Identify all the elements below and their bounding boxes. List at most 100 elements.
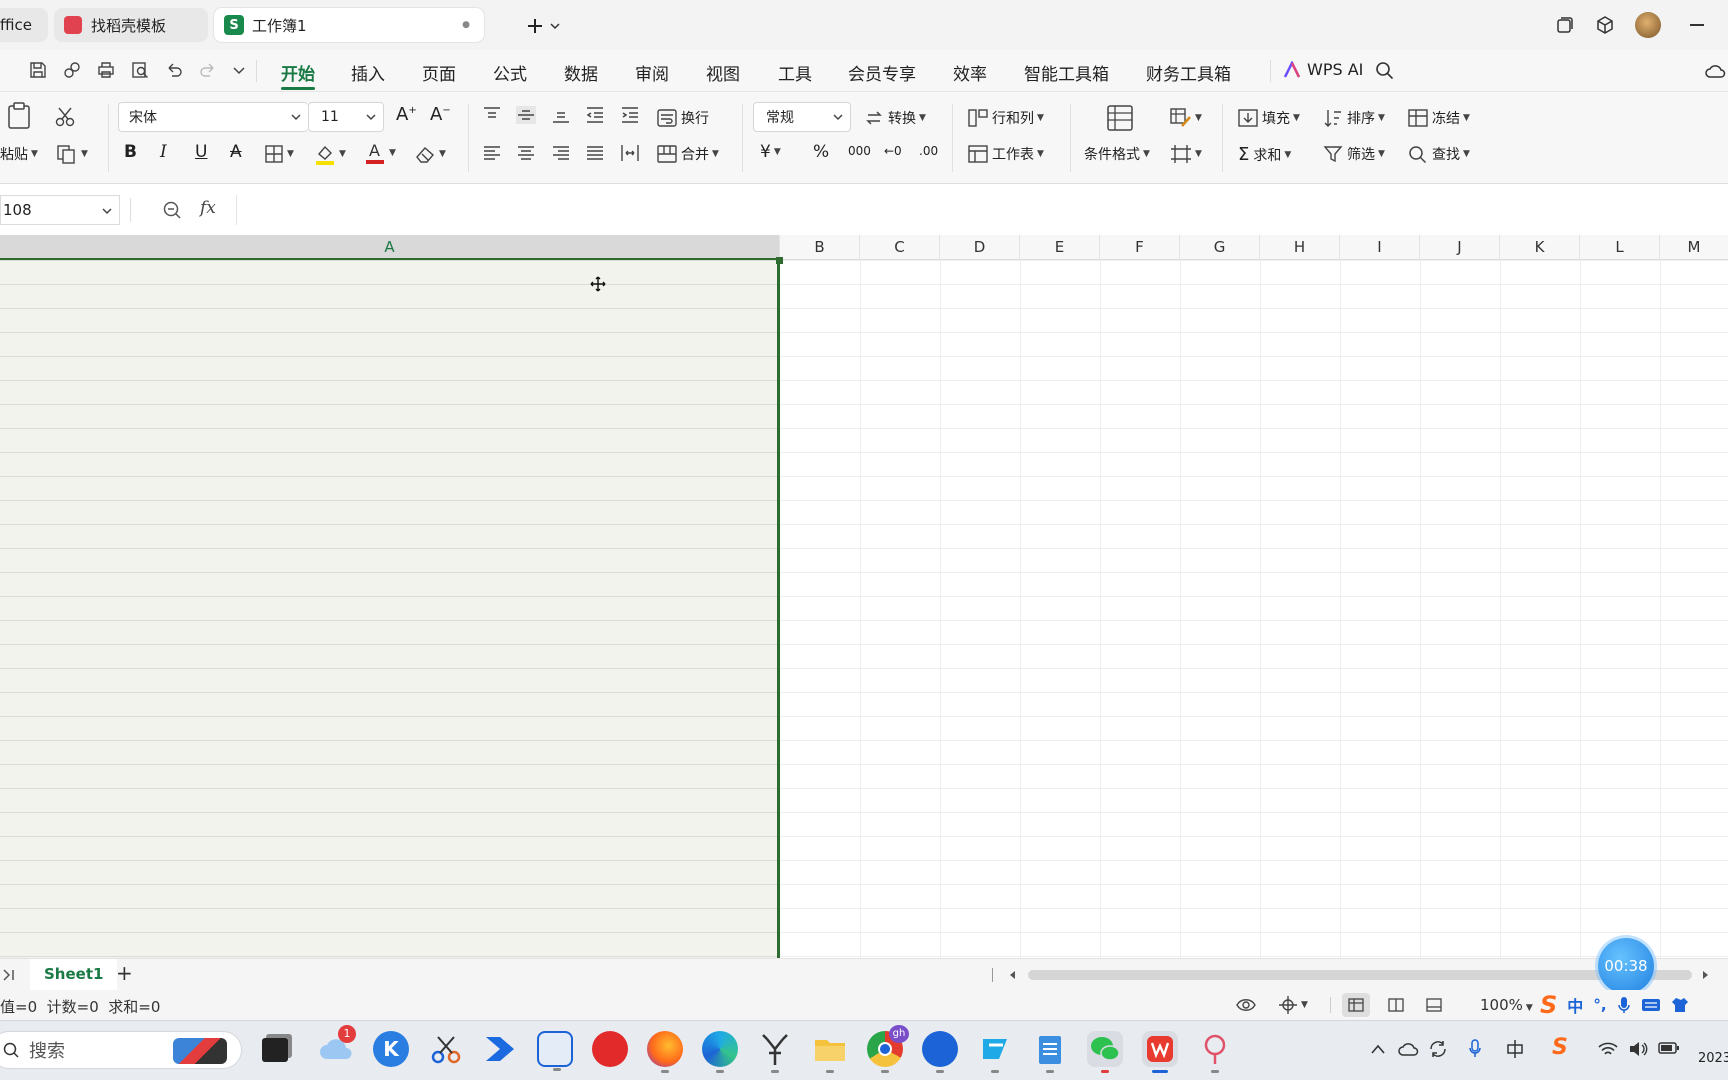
volume-icon[interactable] (1628, 1040, 1648, 1058)
horizontal-scrollbar[interactable] (1028, 970, 1692, 980)
column-header-c[interactable]: C (860, 235, 940, 260)
tab-office-home[interactable]: ffice (0, 8, 48, 42)
wrap-text-button[interactable]: 换行 (657, 108, 709, 128)
netease-music-app[interactable] (592, 1031, 628, 1067)
wifi-icon[interactable] (1598, 1041, 1618, 1057)
page-break-view-icon[interactable] (1388, 998, 1404, 1012)
print-preview-icon[interactable] (130, 60, 150, 80)
tab-docer-templates[interactable]: 找稻壳模板 (54, 8, 208, 42)
italic-button[interactable]: I (160, 142, 167, 162)
tab-review[interactable]: 审阅 (635, 60, 669, 85)
conditional-format-icon[interactable] (1106, 104, 1134, 132)
column-header-b[interactable]: B (780, 235, 860, 260)
column-header-k[interactable]: K (1500, 235, 1580, 260)
wps-office-app[interactable] (1142, 1031, 1178, 1073)
scroll-right-icon[interactable] (1700, 970, 1710, 980)
align-center-icon[interactable] (516, 144, 536, 162)
tab-efficiency[interactable]: 效率 (953, 60, 987, 85)
freeze-button[interactable]: 冻结 ▼ (1408, 108, 1470, 128)
onedrive-cloud-icon[interactable] (1398, 1041, 1420, 1057)
bold-button[interactable]: B (124, 142, 137, 162)
tab-finance-toolbox[interactable]: 财务工具箱 (1146, 60, 1231, 85)
window-restore-button[interactable] (1555, 15, 1575, 35)
file-explorer-app[interactable] (812, 1031, 848, 1073)
filter-button[interactable]: 筛选 ▼ (1323, 144, 1385, 164)
reading-mode-button[interactable]: ▼ (1278, 995, 1308, 1015)
fill-handle[interactable] (776, 257, 783, 264)
increase-decimal-button[interactable]: ←0 (884, 144, 902, 158)
clear-format-button[interactable]: ▼ (414, 144, 446, 164)
microphone-icon[interactable] (1468, 1039, 1482, 1059)
distribute-icon[interactable] (620, 144, 640, 162)
edge-app[interactable] (702, 1031, 738, 1073)
autosum-button[interactable]: Σ 求和 ▼ (1238, 144, 1291, 165)
add-sheet-button[interactable]: + (116, 961, 133, 985)
fill-color-button[interactable]: ▼ (314, 142, 346, 166)
insert-function-button[interactable]: fx (200, 198, 216, 218)
eye-protection-icon[interactable] (1236, 997, 1256, 1013)
lark-app[interactable] (922, 1031, 958, 1073)
tab-page[interactable]: 页面 (422, 60, 456, 85)
thousands-separator-button[interactable]: 000 (848, 144, 871, 158)
taskbar-search-box[interactable]: 搜索 (0, 1031, 242, 1069)
conditional-format-button[interactable]: 条件格式 ▼ (1084, 144, 1150, 164)
wps-ai-button[interactable]: WPS AI (1283, 60, 1363, 79)
kuaishou-k-app[interactable]: K (373, 1031, 409, 1067)
sort-button[interactable]: 排序 ▼ (1323, 108, 1385, 128)
column-header-a[interactable]: A (0, 235, 780, 260)
last-sheet-icon[interactable] (2, 968, 16, 982)
row-column-button[interactable]: 行和列 ▼ (968, 108, 1044, 128)
worksheet-button[interactable]: 工作表 ▼ (968, 144, 1044, 164)
sogou-ime-toolbar[interactable]: S 中 °, (1540, 990, 1728, 1020)
scroll-left-icon[interactable] (1008, 970, 1018, 980)
column-header-d[interactable]: D (940, 235, 1020, 260)
column-header-i[interactable]: I (1340, 235, 1420, 260)
unsaved-dot[interactable]: ● (462, 20, 470, 30)
align-middle-icon[interactable] (516, 106, 536, 124)
print-icon[interactable] (96, 60, 116, 80)
tab-workbook1[interactable]: S 工作簿1 ● (214, 8, 484, 42)
underline-button[interactable]: U (195, 142, 207, 162)
chevron-down-icon[interactable] (232, 63, 246, 77)
decrease-font-button[interactable]: A− (430, 104, 451, 125)
cloud-icon[interactable] (1705, 62, 1727, 80)
deer-app[interactable] (757, 1031, 793, 1073)
column-header-f[interactable]: F (1100, 235, 1180, 260)
column-header-l[interactable]: L (1580, 235, 1660, 260)
align-right-icon[interactable] (551, 144, 571, 162)
format-painter-button[interactable]: ▼ (56, 144, 88, 164)
zoom-formula-icon[interactable] (162, 200, 182, 220)
minimize-button[interactable] (1690, 24, 1704, 26)
save-icon[interactable] (28, 60, 48, 80)
tab-insert[interactable]: 插入 (351, 60, 385, 85)
decrease-decimal-button[interactable]: .00 (919, 144, 938, 158)
column-header-j[interactable]: J (1420, 235, 1500, 260)
sogou-tray-icon[interactable]: S (1552, 1035, 1568, 1060)
input-method-icon[interactable] (1505, 1039, 1525, 1059)
font-name-select[interactable]: 宋体 (118, 102, 308, 132)
normal-view-button[interactable] (1342, 993, 1370, 1017)
paste-clipboard-icon[interactable] (6, 102, 32, 130)
justify-icon[interactable] (585, 144, 605, 162)
zoom-level-select[interactable]: 100% ▼ (1480, 996, 1533, 1014)
sync-icon[interactable] (1428, 1039, 1448, 1059)
cut-scissors-icon[interactable] (54, 106, 76, 128)
chevron-up-icon[interactable] (1370, 1043, 1386, 1055)
find-button[interactable]: 查找 ▼ (1408, 144, 1470, 164)
tab-data[interactable]: 数据 (564, 60, 598, 85)
clock-year[interactable]: 2023 (1698, 1051, 1728, 1066)
chrome-app[interactable]: gh (867, 1025, 909, 1073)
weather-app[interactable]: 1 (318, 1025, 356, 1067)
wechat-app[interactable] (1087, 1031, 1123, 1073)
tab-home[interactable]: 开始 (281, 60, 315, 85)
align-top-icon[interactable] (482, 106, 502, 124)
monitor-app[interactable] (537, 1031, 573, 1071)
task-view-app[interactable] (262, 1038, 288, 1062)
align-bottom-icon[interactable] (551, 106, 571, 124)
snipping-tool-app[interactable] (428, 1031, 464, 1067)
percent-button[interactable]: % (813, 142, 829, 162)
cube-button[interactable] (1595, 15, 1615, 35)
strikethrough-button[interactable]: A (230, 142, 242, 162)
border-button[interactable]: ▼ (264, 144, 294, 164)
indent-decrease-icon[interactable] (585, 106, 605, 124)
